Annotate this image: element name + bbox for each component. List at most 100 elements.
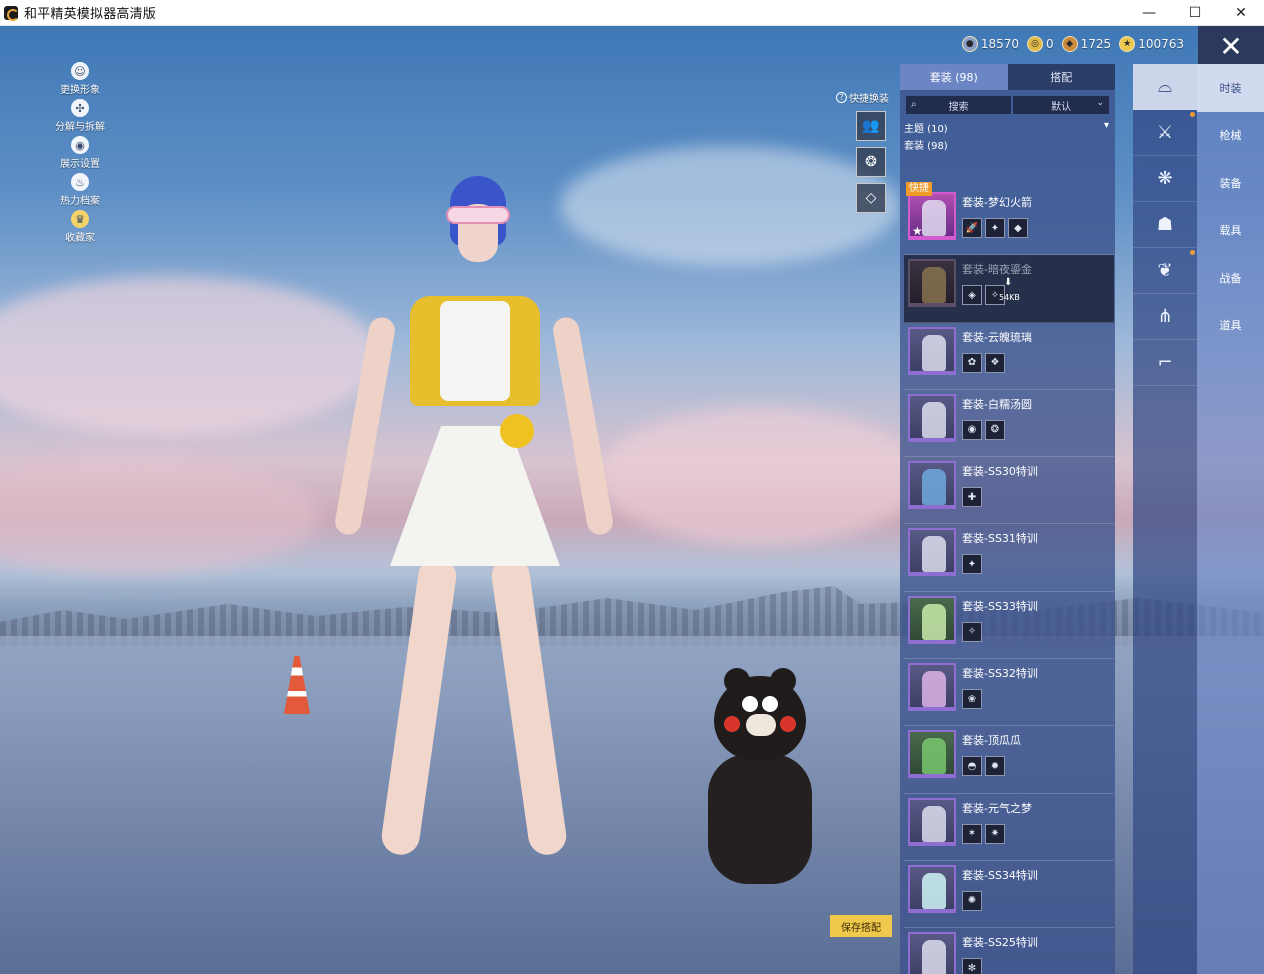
left-menu-display-settings[interactable]: ◉ 展示设置 xyxy=(48,136,112,173)
outfit-name: 套装-SS33特训 xyxy=(962,599,1038,613)
outfit-piece[interactable]: ✷ xyxy=(985,823,1005,844)
outfit-piece[interactable]: ✺ xyxy=(962,890,982,911)
outfit-pieces: ✻ xyxy=(962,958,982,974)
outfit-item[interactable]: 套装-元气之梦 ✶ ✷ xyxy=(904,794,1114,861)
outfit-panel: 套装 (98) 搭配 ⌕ 搜索 默认 ⌄ 主题 (10) ▾ 套装 (98) ★… xyxy=(900,64,1115,974)
outfit-item[interactable]: 套装-白糯汤圆 ◉ ❂ xyxy=(904,390,1114,458)
search-label: 搜索 xyxy=(948,101,969,113)
quick-slot-outfit[interactable]: 👥 xyxy=(856,111,886,141)
left-menu-heat-archive[interactable]: ♨ 热力档案 xyxy=(48,173,112,210)
tab-outfits[interactable]: 套装 (98) xyxy=(900,64,1008,90)
category-guns[interactable]: ⚔ xyxy=(1133,110,1197,156)
outfit-piece[interactable]: ❖ xyxy=(985,352,1005,373)
bear-muzzle xyxy=(746,714,776,736)
puzzle-icon: ✣ xyxy=(71,99,89,117)
left-menu-label: 更换形象 xyxy=(60,85,100,96)
search-input[interactable]: ⌕ 搜索 xyxy=(906,96,1012,114)
left-menu-change-avatar[interactable]: ☺ 更换形象 xyxy=(48,62,112,99)
player-character[interactable] xyxy=(330,176,620,886)
category-label-supplies[interactable]: 战备 xyxy=(1197,254,1264,302)
outfit-piece[interactable]: ✹ xyxy=(985,756,1005,777)
outfit-name: 套装-梦幻火箭 xyxy=(962,196,1032,209)
outfit-slot-icon: 👥 xyxy=(862,118,880,134)
category-label-fashion[interactable]: 时装 xyxy=(1197,64,1264,112)
left-menu-collector[interactable]: ♛ 收藏家 xyxy=(48,210,112,247)
outfit-piece[interactable]: ❀ xyxy=(962,689,982,710)
outfit-piece[interactable]: ❂ xyxy=(985,419,1005,440)
caret-down-icon: ▾ xyxy=(1103,120,1109,131)
bronze-coin-icon: ◆ xyxy=(1061,36,1078,52)
category-label-items[interactable]: 道具 xyxy=(1197,302,1264,350)
category-label-guns[interactable]: 枪械 xyxy=(1197,112,1264,160)
category-fashion[interactable]: ⌓ xyxy=(1133,64,1197,110)
currency-value: 100763 xyxy=(1138,37,1184,51)
outfit-item[interactable]: 套装-SS33特训 ✧ xyxy=(904,592,1114,660)
outfit-name: 套装-SS34特训 xyxy=(962,868,1038,882)
currency-gold: ◎ 0 xyxy=(1027,36,1054,52)
emblem-slot-icon: ❂ xyxy=(865,154,877,170)
outfit-piece[interactable]: ◈ xyxy=(962,285,982,306)
maximize-button[interactable]: ☐ xyxy=(1172,0,1218,26)
outfit-piece[interactable]: ◆ xyxy=(1008,218,1028,238)
bear-companion[interactable] xyxy=(700,668,820,896)
outfit-figure xyxy=(922,603,946,640)
outfit-item[interactable]: 套装-SS32特训 ❀ xyxy=(904,659,1114,727)
outfit-thumbnail xyxy=(908,461,956,510)
outfit-item[interactable]: 套装-云魄琉璃 ✿ ❖ xyxy=(904,323,1114,390)
left-menu-decompose[interactable]: ✣ 分解与拆解 xyxy=(48,99,112,136)
outfit-piece[interactable]: ✦ xyxy=(985,218,1005,238)
category-vehicles[interactable]: ☗ xyxy=(1133,202,1197,248)
outfit-figure xyxy=(922,940,946,974)
category-label-equipment[interactable]: 装备 xyxy=(1197,159,1264,207)
left-menu: ☺ 更换形象 ✣ 分解与拆解 ◉ 展示设置 ♨ 热力档案 ♛ 收藏家 xyxy=(48,62,112,247)
category-shoes[interactable]: ⌐ xyxy=(1133,340,1197,386)
outfit-piece[interactable]: ✶ xyxy=(962,823,982,844)
close-window-button[interactable]: ✕ xyxy=(1218,0,1264,26)
currency-value: 0 xyxy=(1046,37,1054,51)
outfit-item[interactable]: 套装-SS30特训 ✚ xyxy=(904,457,1114,525)
fast-badge: 快捷 xyxy=(906,182,932,196)
outfit-piece[interactable]: ✚ xyxy=(962,487,982,508)
sort-dropdown[interactable]: 默认 ⌄ xyxy=(1013,96,1109,114)
sort-label: 默认 xyxy=(1051,101,1072,113)
vest-icon: ❦ xyxy=(1157,260,1173,281)
quick-change-title[interactable]: ? 快捷换装 xyxy=(836,90,896,105)
theme-filter[interactable]: 主题 (10) ▾ xyxy=(900,114,1115,135)
save-combo-button[interactable]: 保存搭配 xyxy=(830,915,892,937)
game-viewport: ☺ 更换形象 ✣ 分解与拆解 ◉ 展示设置 ♨ 热力档案 ♛ 收藏家 ● 185… xyxy=(0,26,1264,974)
quick-slot-emblem[interactable]: ❂ xyxy=(856,147,886,177)
outfit-pieces: ✿ ❖ xyxy=(962,352,1005,373)
outfit-thumbnail xyxy=(908,663,956,712)
outfit-item[interactable]: ★ 快捷 套装-梦幻火箭 🚀 ✦ ◆ xyxy=(904,182,1114,256)
category-items[interactable]: ⋔ xyxy=(1133,294,1197,340)
tab-combos[interactable]: 搭配 xyxy=(1007,64,1115,90)
character-white-top xyxy=(440,301,510,401)
character-lemon-bag xyxy=(500,414,534,448)
outfit-piece[interactable]: ✦ xyxy=(962,554,982,575)
quick-slot-diamond[interactable]: ◇ xyxy=(856,183,886,213)
outfit-piece[interactable]: ◓ xyxy=(962,756,982,777)
minimize-button[interactable]: — xyxy=(1126,0,1172,26)
currency-value: 1725 xyxy=(1080,37,1112,51)
close-wardrobe-button[interactable]: ✕ xyxy=(1198,26,1264,66)
outfit-item[interactable]: 套装-顶瓜瓜 ◓ ✹ xyxy=(904,726,1114,794)
outfit-piece[interactable]: ◉ xyxy=(962,419,982,440)
outfit-item[interactable]: 套装-SS25特训 ✻ xyxy=(904,928,1114,974)
outfit-piece[interactable]: ✻ xyxy=(962,958,982,974)
outfit-piece[interactable]: ✿ xyxy=(962,352,982,373)
notification-dot xyxy=(1190,250,1195,255)
outfit-thumbnail xyxy=(908,932,956,974)
category-supplies[interactable]: ❦ xyxy=(1133,248,1197,294)
close-icon: ✕ xyxy=(1219,29,1243,63)
outfit-item[interactable]: 套装-SS34特训 ✺ xyxy=(904,861,1114,929)
character-arm xyxy=(333,315,397,537)
outfit-piece[interactable]: ✧ xyxy=(962,621,982,642)
outfit-figure xyxy=(922,334,946,371)
outfit-item-selected[interactable]: 套装-暗夜鎏金 ◈ ✧ ⬇ 54KB xyxy=(904,255,1114,323)
outfit-thumbnail xyxy=(908,393,956,442)
category-label-vehicles[interactable]: 载具 xyxy=(1197,207,1264,255)
category-equipment[interactable]: ❋ xyxy=(1133,156,1197,202)
outfit-count: 套装 (98) xyxy=(904,141,948,152)
outfit-item[interactable]: 套装-SS31特训 ✦ xyxy=(904,524,1114,592)
outfit-piece[interactable]: 🚀 xyxy=(962,218,982,238)
